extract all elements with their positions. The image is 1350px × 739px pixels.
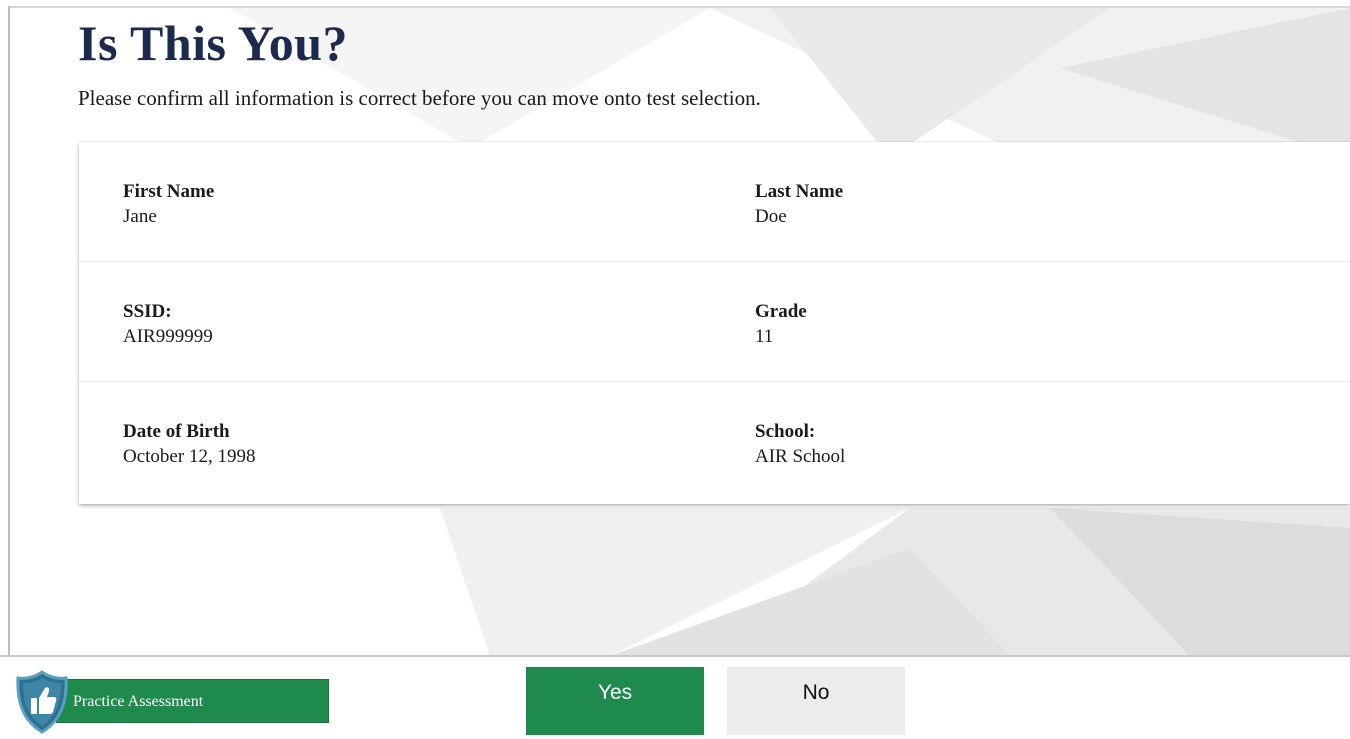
practice-assessment-badge: Practice Assessment — [56, 679, 329, 723]
info-row: First Name Jane Last Name Doe — [79, 142, 1350, 262]
field-label: SSID: — [123, 301, 172, 322]
field-label: Grade — [755, 301, 807, 322]
grade-field: Grade 11 — [755, 300, 807, 350]
date-of-birth-field: Date of Birth October 12, 1998 — [123, 420, 255, 470]
field-value: AIR999999 — [123, 326, 213, 347]
yes-button-label: Yes — [597, 681, 633, 704]
no-button[interactable]: No — [727, 667, 905, 735]
field-value: AIR School — [755, 446, 846, 467]
field-label: Last Name — [755, 181, 844, 202]
field-value: 11 — [755, 326, 774, 347]
footer-bar: Practice Assessment Yes No — [0, 657, 1350, 739]
info-row: SSID: AIR999999 Grade 11 — [79, 262, 1350, 382]
field-value: October 12, 1998 — [123, 446, 256, 467]
yes-button[interactable]: Yes — [526, 667, 704, 735]
first-name-field: First Name Jane — [123, 180, 214, 230]
field-label: School: — [755, 421, 816, 442]
field-value: Doe — [755, 206, 787, 227]
info-row: Date of Birth October 12, 1998 School: A… — [79, 382, 1350, 501]
field-label: First Name — [123, 181, 215, 202]
no-button-label: No — [802, 681, 830, 704]
app-window: Is This You? Please confirm all informat… — [0, 0, 1350, 739]
field-label: Date of Birth — [123, 421, 230, 442]
page-title: Is This You? — [78, 15, 349, 71]
page-subtitle: Please confirm all information is correc… — [78, 86, 761, 110]
last-name-field: Last Name Doe — [755, 180, 843, 230]
brand-label: Practice Assessment — [73, 693, 204, 710]
ssid-field: SSID: AIR999999 — [123, 300, 213, 350]
shield-thumbs-up-icon — [16, 670, 68, 734]
field-value: Jane — [123, 206, 157, 227]
school-field: School: AIR School — [755, 420, 845, 470]
student-info-card: First Name Jane Last Name Doe SSID: AIR9… — [79, 142, 1350, 504]
